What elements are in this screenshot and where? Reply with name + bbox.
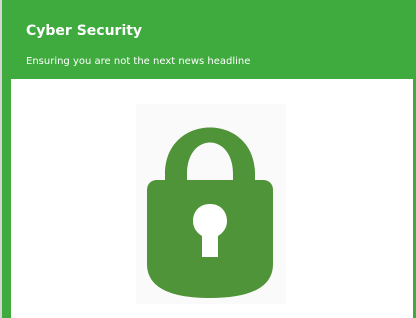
padlock-shackle <box>165 127 255 180</box>
card-subtitle: Ensuring you are not the next news headl… <box>26 56 251 67</box>
card-title: Cyber Security <box>26 23 143 39</box>
padlock-icon <box>147 127 273 298</box>
card-header: Cyber Security Ensuring you are not the … <box>11 0 413 79</box>
